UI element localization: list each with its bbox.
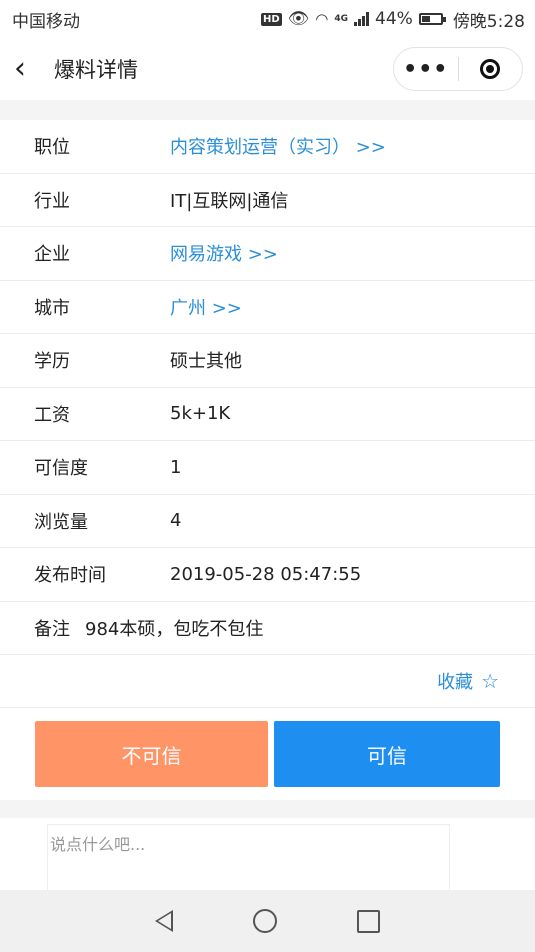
detail-label: 职位 (34, 137, 70, 159)
detail-row: 可信度 1 (0, 441, 535, 495)
detail-label: 可信度 (34, 458, 88, 480)
network-type: 4G (334, 14, 349, 24)
status-bar: 中国移动 HD 👁 ◠ 4G 44% 傍晚5:28 (0, 0, 535, 38)
hd-icon: HD (261, 12, 282, 26)
home-circle-icon[interactable] (253, 909, 277, 933)
favorite-label: 收藏 (437, 672, 474, 693)
detail-value: 硕士其他 (170, 351, 242, 373)
detail-link[interactable]: 广州 >> (170, 294, 242, 320)
detail-row[interactable]: 城市 广州 >> (0, 281, 535, 334)
detail-row: 浏览量 4 (0, 495, 535, 548)
status-icons: HD 👁 ◠ 4G 44% 傍晚5:28 (261, 7, 525, 32)
detail-link[interactable]: 网易游戏 >> (170, 240, 278, 266)
battery-level (421, 16, 430, 22)
detail-label: 备注 (34, 618, 70, 640)
detail-row[interactable]: 职位 内容策划运营（实习） >> (0, 120, 535, 174)
detail-value: 4 (170, 510, 182, 532)
detail-value: 1 (170, 456, 182, 478)
detail-row: 工资 5k+1K (0, 388, 535, 441)
mini-program-capsule: ••• (393, 47, 523, 91)
detail-label: 学历 (34, 351, 70, 373)
detail-label: 发布时间 (34, 565, 106, 587)
detail-row[interactable]: 企业 网易游戏 >> (0, 227, 535, 281)
detail-row: 学历 硕士其他 (0, 334, 535, 388)
favorite-button[interactable]: 收藏 ☆ (437, 668, 499, 694)
signal-icon (354, 12, 370, 26)
comment-area (0, 818, 535, 890)
more-icon[interactable]: ••• (394, 57, 458, 82)
vote-buttons: 不可信 可信 (0, 708, 535, 800)
detail-row-note: 备注 984本硕，包吃不包住 (0, 602, 535, 655)
detail-label: 行业 (34, 190, 70, 212)
detail-row: 发布时间 2019-05-28 05:47:55 (0, 548, 535, 602)
target-icon (480, 59, 501, 79)
detail-list: 职位 内容策划运营（实习） >> 行业 IT|互联网|通信企业 网易游戏 >> 城市 广州 … (0, 120, 535, 800)
close-button[interactable] (459, 59, 523, 79)
nav-bar: ‹ 爆料详情 ••• (0, 38, 535, 100)
detail-label: 浏览量 (34, 511, 88, 533)
battery-icon (418, 13, 446, 25)
back-triangle-icon[interactable] (155, 910, 173, 932)
trusted-button[interactable]: 可信 (274, 721, 500, 787)
detail-label: 企业 (34, 244, 70, 266)
favorite-row: 收藏 ☆ (0, 655, 535, 708)
comment-input[interactable] (47, 824, 450, 890)
recent-apps-square-icon[interactable] (357, 909, 380, 933)
detail-value: 5k+1K (170, 403, 231, 425)
back-icon[interactable]: ‹ (14, 54, 46, 84)
page-title: 爆料详情 (54, 58, 138, 82)
detail-value: IT|互联网|通信 (170, 190, 289, 212)
eye-icon: 👁 (287, 9, 310, 29)
wifi-icon: ◠ (315, 10, 329, 28)
detail-link[interactable]: 内容策划运营（实习） >> (170, 133, 386, 159)
detail-value: 984本硕，包吃不包住 (85, 618, 264, 640)
detail-label: 工资 (34, 404, 70, 426)
carrier-name: 中国移动 (12, 11, 80, 32)
system-nav-bar (0, 890, 535, 952)
untrusted-button[interactable]: 不可信 (35, 721, 268, 787)
detail-row: 行业 IT|互联网|通信 (0, 174, 535, 227)
battery-percent: 44% (375, 9, 413, 29)
clock: 傍晚5:28 (452, 11, 525, 32)
detail-label: 城市 (34, 297, 70, 319)
star-icon: ☆ (481, 669, 499, 693)
detail-value: 2019-05-28 05:47:55 (170, 563, 362, 585)
